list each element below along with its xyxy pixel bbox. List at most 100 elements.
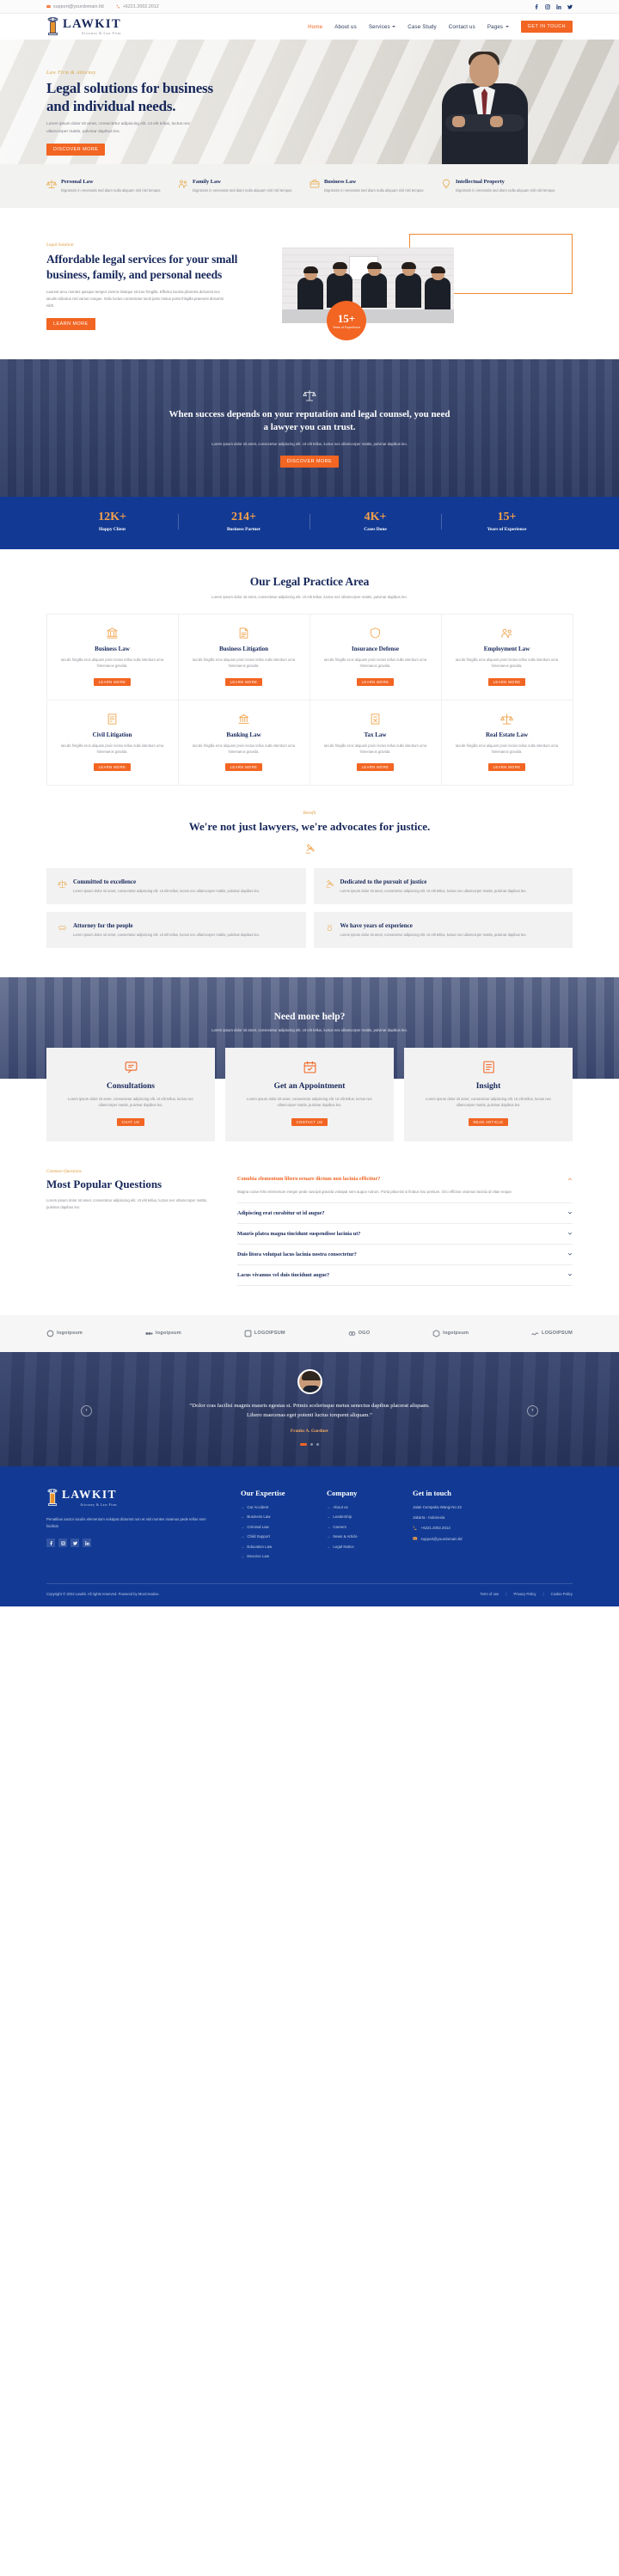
footer-link[interactable]: → Business Law	[241, 1514, 304, 1519]
partner-logo[interactable]: LOGOIPSUM	[244, 1330, 285, 1337]
carousel-dot-1[interactable]	[300, 1442, 307, 1446]
footer-legal-link[interactable]: Term of use	[480, 1592, 499, 1596]
footer-link[interactable]: → Leadership	[327, 1514, 390, 1519]
facebook-icon[interactable]	[534, 3, 539, 9]
nav-item-contact-us[interactable]: Contact us	[449, 24, 475, 30]
footer-legal-link[interactable]: Privacy Policy	[513, 1592, 536, 1596]
footer-link[interactable]: → Legal Notice	[327, 1545, 390, 1549]
practice-card[interactable]: Insurance Defense Iaculis fringilla eros …	[309, 614, 442, 701]
scales-icon	[58, 879, 67, 889]
feature-business-law[interactable]: Business Law Dignissim in venenatis sed …	[310, 179, 441, 193]
benefits-grid: Committed to excellence Lorem ipsum dolor…	[46, 867, 573, 948]
nav-item-case-study[interactable]: Case Study	[408, 24, 437, 30]
nav-item-services[interactable]: Services	[369, 24, 396, 30]
faq-item[interactable]: Conubia elementum libero ornare dictum n…	[237, 1169, 573, 1203]
footer-link[interactable]: → Devorce Law	[241, 1554, 304, 1558]
affordable-learn-more-button[interactable]: LEARN MORE	[46, 318, 95, 331]
partner-logo[interactable]: logoipsum	[145, 1330, 181, 1337]
feature-intellectual-property[interactable]: Intellectual Property Dignissim in venen…	[441, 179, 573, 193]
faq-item[interactable]: Adipiscing erat curabitur ut id augue?	[237, 1203, 573, 1224]
carousel-next-button[interactable]: ›	[527, 1404, 538, 1416]
chevron-down-icon[interactable]	[567, 1251, 573, 1257]
benefits-title: We're not just lawyers, we're advocates …	[188, 820, 431, 834]
instagram-icon[interactable]	[545, 3, 550, 9]
practice-card[interactable]: Banking Law Iaculis fringilla eros aliqua…	[177, 699, 310, 786]
topbar-email[interactable]: support@yourdomain.tld	[46, 4, 104, 9]
practice-card[interactable]: Real Estate Law Iaculis fringilla eros al…	[440, 699, 573, 786]
linkedin-icon[interactable]	[556, 3, 561, 9]
chevron-up-icon[interactable]	[567, 1177, 573, 1182]
chevron-down-icon[interactable]	[567, 1210, 573, 1215]
nav-item-about-us[interactable]: About us	[334, 24, 357, 30]
chevron-down-icon	[505, 26, 509, 28]
quote-discover-more-button[interactable]: DISCOVER MORE	[279, 456, 340, 468]
twitter-icon[interactable]	[567, 4, 573, 9]
help-card-button[interactable]: READ ARTICLE	[468, 1118, 509, 1126]
footer-link[interactable]: → Car Accident	[241, 1505, 304, 1509]
hex-logo-icon	[432, 1330, 440, 1337]
practice-learn-more-button[interactable]: LEARN MORE	[487, 762, 526, 771]
practice-learn-more-button[interactable]: LEARN MORE	[356, 677, 395, 686]
practice-learn-more-button[interactable]: LEARN MORE	[224, 762, 263, 771]
benefit-title: Committed to excellence	[73, 878, 137, 885]
get-in-touch-button[interactable]: GET IN TOUCH	[520, 21, 573, 33]
scales-icon	[46, 179, 57, 189]
practice-card[interactable]: Employment Law Iaculis fringilla eros ali…	[440, 614, 573, 701]
faq-item[interactable]: Duis litora volutpat lacus lacinia nostr…	[237, 1245, 573, 1265]
footer-phone[interactable]: +6221.2002.2012	[413, 1526, 512, 1531]
practice-learn-more-button[interactable]: LEARN MORE	[93, 762, 132, 771]
carousel-prev-button[interactable]: ‹	[81, 1404, 92, 1416]
partner-logo[interactable]: logoipsum	[432, 1330, 469, 1337]
brand-logo[interactable]: LAWKIT Attorney & Law Firm	[46, 17, 121, 36]
practice-card[interactable]: Business Litigation Iaculis fringilla ero…	[177, 614, 310, 701]
partner-logo[interactable]: logoipsum	[46, 1330, 83, 1337]
help-card-button[interactable]: CHAT US	[116, 1118, 145, 1126]
practice-card-desc: Iaculis fringilla eros aliquam proin lec…	[192, 658, 296, 669]
chevron-down-icon[interactable]	[567, 1272, 573, 1277]
practice-learn-more-button[interactable]: LEARN MORE	[487, 677, 526, 686]
chevron-down-icon[interactable]	[567, 1231, 573, 1236]
topbar-phone[interactable]: +6221.2002.2012	[116, 4, 159, 9]
footer-link[interactable]: → Child Support	[241, 1534, 304, 1539]
footer-link[interactable]: → About us	[327, 1505, 390, 1509]
feature-family-law[interactable]: Family Law Dignissim in venenatis sed di…	[178, 179, 310, 193]
faq-item[interactable]: Lacus vivamus vel duis tincidunt augue?	[237, 1265, 573, 1286]
practice-card[interactable]: Civil Litigation Iaculis fringilla eros a…	[46, 699, 179, 786]
partner-logo[interactable]: LOGOIPSUM	[531, 1330, 573, 1337]
practice-card[interactable]: Business Law Iaculis fringilla eros aliqu…	[46, 614, 179, 701]
footer-link[interactable]: → Education Law	[241, 1545, 304, 1549]
nav-item-pages[interactable]: Pages	[487, 24, 509, 30]
footer-brand-logo[interactable]: LAWKIT Attorney & Law Firm	[46, 1489, 218, 1507]
practice-learn-more-button[interactable]: LEARN MORE	[224, 677, 263, 686]
arrow-icon: →	[327, 1504, 331, 1509]
carousel-dot-2[interactable]	[310, 1442, 313, 1446]
facebook-icon[interactable]	[46, 1539, 55, 1548]
practice-card[interactable]: Tax Law Iaculis fringilla eros aliquam pr…	[309, 699, 442, 786]
help-card-button[interactable]: CONTACT US	[291, 1118, 328, 1126]
linkedin-icon[interactable]	[83, 1539, 91, 1548]
footer-brand-name: LAWKIT	[62, 1488, 117, 1502]
footer-column-company: Company → About us → Leadership → Careers → New…	[327, 1489, 390, 1564]
feature-personal-law[interactable]: Personal Law Dignissim in venenatis sed …	[46, 179, 178, 193]
footer-email[interactable]: support@yourdomain.tld	[413, 1536, 512, 1541]
practice-card-title: Civil Litigation	[92, 731, 132, 738]
practice-learn-more-button[interactable]: LEARN MORE	[356, 762, 395, 771]
footer-legal-link[interactable]: Cookie Policy	[551, 1592, 573, 1596]
footer-link[interactable]: → Careers	[327, 1525, 390, 1529]
instagram-icon[interactable]	[58, 1539, 67, 1548]
topbar-socials	[534, 3, 573, 9]
topbar-phone-text: +6221.2002.2012	[122, 3, 159, 9]
twitter-icon[interactable]	[70, 1539, 79, 1548]
partner-logo[interactable]: OGO	[348, 1330, 371, 1337]
partner-logo-text: LOGOIPSUM	[254, 1331, 285, 1337]
affordable-section: Legal Solution Affordable legal services…	[0, 208, 619, 360]
help-card-title: Get an Appointment	[273, 1081, 346, 1091]
practice-learn-more-button[interactable]: LEARN MORE	[93, 677, 132, 686]
partner-logos: logoipsum logoipsum LOGOIPSUM OGO logoipsum L…	[0, 1314, 619, 1352]
footer-link[interactable]: → News & Article	[327, 1534, 390, 1539]
faq-item[interactable]: Mauris platea magna tincidunt suspendiss…	[237, 1224, 573, 1245]
nav-item-home[interactable]: Home	[308, 24, 322, 30]
footer-link[interactable]: → Criminal Law	[241, 1525, 304, 1529]
hero-discover-more-button[interactable]: DISCOVER MORE	[46, 144, 106, 156]
carousel-dot-3[interactable]	[316, 1442, 319, 1446]
